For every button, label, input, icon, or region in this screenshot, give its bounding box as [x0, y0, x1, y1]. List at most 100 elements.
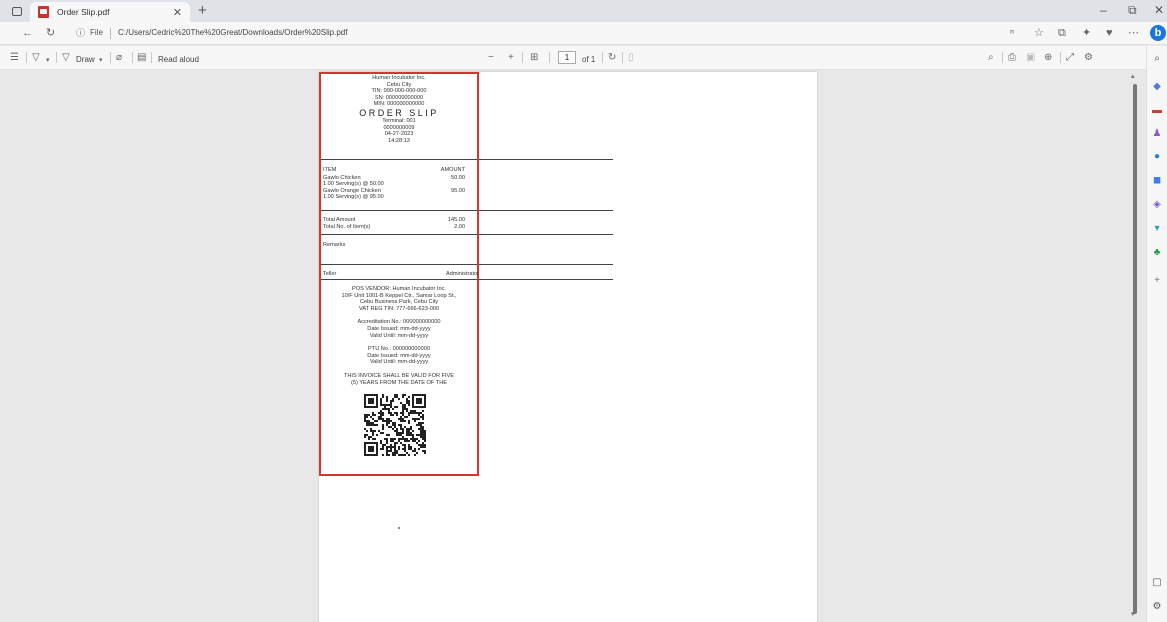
- min-number: MIN: 000000000000: [373, 101, 425, 108]
- pdf-page: Human Incubator Inc. Cebu City TIN: 000-…: [319, 72, 817, 622]
- scroll-down-icon[interactable]: ▾: [1131, 610, 1135, 618]
- more-options-icon[interactable]: ⋯: [1128, 26, 1139, 40]
- invoice-validity-note: (5) YEARS FROM THE DATE OF THE: [351, 379, 447, 386]
- zoom-out-icon[interactable]: −: [488, 51, 494, 64]
- minimize-icon[interactable]: –: [1100, 3, 1107, 17]
- item-amount: 50.00: [451, 174, 465, 181]
- order-slip-receipt: Human Incubator Inc. Cebu City TIN: 000-…: [319, 72, 479, 476]
- fullscreen-icon[interactable]: ⤢: [1066, 51, 1074, 64]
- outlook-icon[interactable]: ◈: [1150, 198, 1164, 212]
- address-bar: ← ↻ ⓘ File C:/Users/Cedric%20The%20Great…: [0, 22, 1167, 45]
- browser-essentials-icon[interactable]: ♥: [1106, 26, 1113, 40]
- vendor-address: Cebu Business Park, Cebu City: [359, 299, 439, 306]
- restore-icon[interactable]: ⧉: [1128, 3, 1137, 18]
- accreditation-date-issued: Date Issued: mm-dd-yyyy: [367, 325, 431, 332]
- chevron-down-icon[interactable]: ▾: [99, 54, 103, 67]
- search-icon[interactable]: ⌕: [988, 51, 994, 64]
- back-icon[interactable]: ←: [22, 26, 33, 40]
- chevron-down-icon[interactable]: ▾: [46, 54, 50, 67]
- vendor-name: POS VENDOR: Human Incubator Inc.: [352, 286, 446, 292]
- refresh-icon[interactable]: ↻: [46, 26, 55, 40]
- close-window-icon[interactable]: ✕: [1154, 3, 1164, 17]
- tab-actions-icon[interactable]: [12, 6, 22, 16]
- shopping-bag-icon[interactable]: ▬: [1150, 104, 1164, 118]
- toolbar-divider: [110, 52, 111, 63]
- search-icon[interactable]: ⌕: [1150, 52, 1164, 66]
- item-name: Gawlo Orange Chicken: [323, 187, 381, 194]
- read-aloud-label[interactable]: Read aloud: [158, 53, 199, 66]
- amount-column-header: AMOUNT: [440, 167, 465, 173]
- toolbar-divider: [622, 52, 623, 63]
- toolbar-divider: [549, 52, 550, 63]
- favorites-icon[interactable]: ☆: [1034, 26, 1044, 40]
- add-icon[interactable]: +: [1150, 274, 1164, 288]
- page-number-input[interactable]: 1: [558, 51, 576, 64]
- circle-app-icon[interactable]: ●: [1150, 150, 1164, 164]
- settings-icon[interactable]: ⚙: [1084, 51, 1093, 64]
- tab-order-slip[interactable]: Order Slip.pdf ✕: [30, 2, 190, 22]
- receipt-time: 14:28:13: [388, 137, 410, 144]
- rotate-icon[interactable]: ↻: [608, 51, 616, 64]
- item-amount: 95.00: [451, 187, 465, 194]
- edge-sidebar: ⌕ ◆ ▬ ♟ ● ◼ ◈ ▾ ♣ + ▢ ⚙: [1146, 46, 1167, 622]
- tree-icon[interactable]: ♣: [1150, 246, 1164, 260]
- vendor-tin: VAT REG TIN: 777-666-623-000: [358, 305, 440, 312]
- page-total-label: of 1: [582, 55, 596, 64]
- scrollbar-thumb[interactable]: [1133, 84, 1137, 614]
- zoom-in-icon[interactable]: +: [508, 51, 514, 64]
- toolbar-divider: [132, 52, 133, 63]
- settings-icon[interactable]: ⚙: [1150, 600, 1164, 614]
- accreditation-valid-until: Valid Until: mm-dd-yyyy: [369, 332, 429, 339]
- ptu-valid-until: Valid Until: mm-dd-yyyy: [369, 359, 429, 366]
- contents-icon[interactable]: ☰: [10, 51, 19, 64]
- draw-icon[interactable]: ▽: [62, 51, 70, 64]
- draw-label[interactable]: Draw: [76, 53, 95, 66]
- scroll-up-icon[interactable]: ▴: [1131, 72, 1135, 80]
- url-scheme-label: File: [90, 28, 103, 37]
- save-icon[interactable]: ▣: [1026, 51, 1035, 64]
- url-input[interactable]: C:/Users/Cedric%20The%20Great/Downloads/…: [118, 28, 347, 37]
- save-as-icon[interactable]: ⊕: [1044, 51, 1052, 64]
- two-page-icon[interactable]: ▯: [628, 51, 634, 64]
- terminal-number: Terminal: 001: [382, 117, 416, 124]
- new-tab-icon[interactable]: +: [198, 2, 207, 20]
- total-items-label: Total No. of Item(s): [323, 223, 371, 230]
- toolbar-divider: [26, 52, 27, 63]
- pdf-toolbar: ☰ ▽ ▾ ▽ Draw ▾ ⌀ ▤ Read aloud − + ⊞ 1 of…: [0, 46, 1167, 70]
- page-view-icon[interactable]: ▤: [137, 51, 146, 64]
- ptu-number: PTU No.: 000000000000: [368, 346, 430, 353]
- print-icon[interactable]: ⎙: [1008, 51, 1016, 64]
- item-detail: 1.00 Serving(s) @ 95.00: [323, 194, 384, 201]
- toolbar-divider: [602, 52, 603, 63]
- bing-chat-icon[interactable]: b: [1150, 25, 1166, 41]
- item-column-header: ITEM: [323, 167, 337, 173]
- vertical-scrollbar[interactable]: ▴ ▾: [1131, 72, 1139, 620]
- office-icon[interactable]: ◼: [1150, 174, 1164, 188]
- extensions-icon[interactable]: ✦: [1082, 26, 1091, 40]
- read-aloud-icon[interactable]: ⁿ: [1010, 26, 1014, 40]
- stray-mark: [398, 527, 400, 529]
- teller-value: Administrator: [446, 271, 479, 277]
- people-icon[interactable]: ♟: [1150, 127, 1164, 141]
- toolbar-divider: [1002, 52, 1003, 63]
- fit-page-icon[interactable]: ⊞: [530, 51, 538, 64]
- ptu-date-issued: Date Issued: mm-dd-yyyy: [367, 352, 431, 359]
- toolbar-divider: [151, 52, 152, 63]
- item-name: Gawlo Chicken: [323, 174, 361, 181]
- collections-icon[interactable]: ⧉: [1058, 26, 1066, 40]
- sn-number: SN: 000000000000: [374, 94, 424, 101]
- split-screen-icon[interactable]: ▢: [1150, 576, 1164, 590]
- invoice-validity-note: THIS INVOICE SHALL BE VALID FOR FIVE: [343, 372, 455, 379]
- copilot-diamond-icon[interactable]: ◆: [1150, 80, 1164, 94]
- eraser-icon[interactable]: ⌀: [116, 51, 122, 64]
- close-tab-icon[interactable]: ✕: [173, 6, 182, 19]
- slip-number: 0000000009: [383, 124, 415, 131]
- tin-number: TIN: 000-000-000-000: [371, 88, 427, 95]
- company-name: Human Incubator Inc.: [372, 75, 426, 81]
- item-detail: 1.00 Serving(s) @ 50.00: [323, 181, 384, 188]
- info-icon[interactable]: ⓘ: [76, 26, 85, 40]
- drop-icon[interactable]: ▾: [1150, 222, 1164, 236]
- highlight-icon[interactable]: ▽: [32, 51, 40, 64]
- pdf-file-icon: [38, 6, 49, 18]
- vendor-address: 10/F Unit 1001-B Keppel Ctr., Samar Loop…: [341, 292, 457, 299]
